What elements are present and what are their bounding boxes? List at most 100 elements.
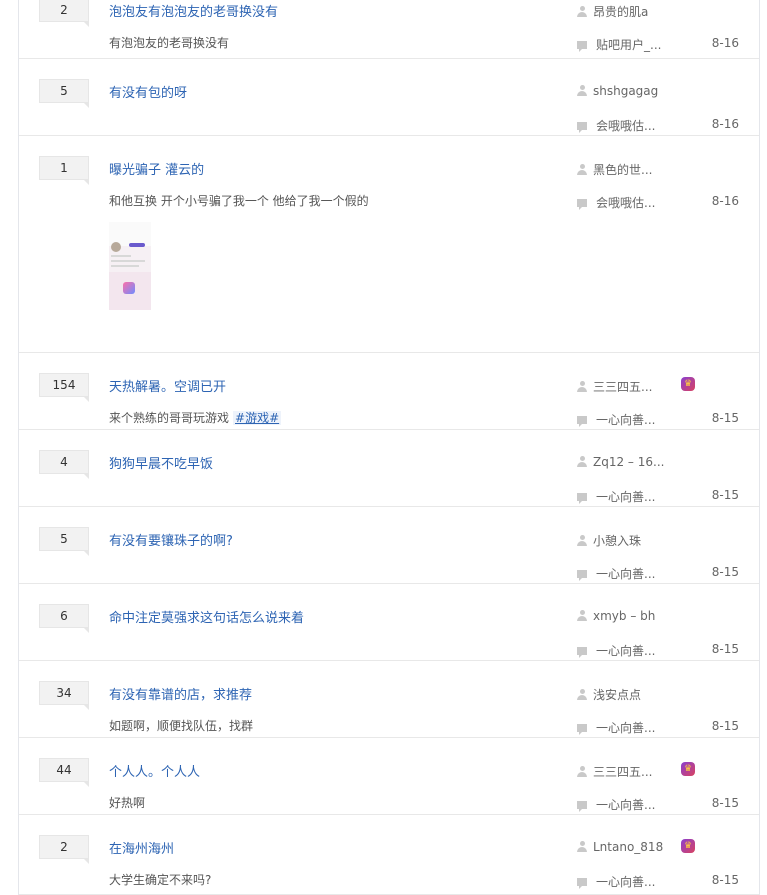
last-reply-user[interactable]: 一心向善... bbox=[596, 413, 655, 427]
member-badge-icon[interactable]: ♛ bbox=[681, 839, 695, 853]
author-name[interactable]: 黑色的世... bbox=[593, 163, 652, 177]
last-reply-user[interactable]: 一心向善... bbox=[596, 490, 655, 504]
author-name[interactable]: 小憩入珠 bbox=[593, 534, 641, 548]
comment-icon bbox=[577, 570, 587, 581]
reply-count: 154 bbox=[39, 373, 89, 402]
last-reply-user[interactable]: 一心向善... bbox=[596, 798, 655, 812]
author-name[interactable]: 昂贵的肌a bbox=[593, 5, 648, 19]
comment-icon bbox=[577, 416, 587, 427]
last-reply-user[interactable]: 一心向善... bbox=[596, 875, 655, 889]
thread-title-link[interactable]: 狗狗早晨不吃早饭 bbox=[109, 453, 213, 472]
last-reply-date: 8-15 bbox=[711, 719, 739, 733]
thread-author[interactable]: xmyb – bh bbox=[577, 609, 655, 623]
thread-title-link[interactable]: 有没有要镶珠子的啊? bbox=[109, 530, 233, 549]
last-reply-date: 8-15 bbox=[711, 642, 739, 656]
thread-row[interactable]: 4 狗狗早晨不吃早饭 Zq12 – 16... 一心向善... 8-15 bbox=[19, 430, 759, 507]
thread-row[interactable]: 154 天热解暑。空调已开来个熟练的哥哥玩游戏 #游戏# 三三四五... ♛ 一心向善..… bbox=[19, 353, 759, 430]
thread-author[interactable]: 昂贵的肌a bbox=[577, 3, 648, 20]
comment-icon bbox=[577, 199, 587, 210]
comment-icon bbox=[577, 493, 587, 504]
last-reply[interactable]: 一心向善... bbox=[577, 488, 655, 505]
abstract-text: 来个熟练的哥哥玩游戏 bbox=[109, 411, 230, 425]
thread-image-thumbnail[interactable] bbox=[109, 222, 151, 310]
last-reply[interactable]: 一心向善... bbox=[577, 796, 655, 813]
thread-abstract: 如题啊，顺便找队伍，找群 bbox=[109, 717, 253, 734]
thread-row[interactable]: 2 在海州海州 大学生确定不来吗? Lntano_818 ♛ 一心向善... 8-15 bbox=[19, 815, 759, 895]
author-name[interactable]: Zq12 – 16... bbox=[593, 455, 664, 469]
last-reply[interactable]: 一心向善... bbox=[577, 565, 655, 582]
user-icon bbox=[577, 610, 587, 621]
last-reply[interactable]: 一心向善... bbox=[577, 719, 655, 736]
thread-title-link[interactable]: 个人人。个人人 bbox=[109, 761, 200, 780]
last-reply[interactable]: 贴吧用户_... bbox=[577, 36, 661, 53]
last-reply[interactable]: 会哦哦估... bbox=[577, 194, 655, 211]
author-name[interactable]: xmyb – bh bbox=[593, 609, 655, 623]
reply-count: 1 bbox=[39, 156, 89, 185]
thread-abstract: 和他互换 开个小号骗了我一个 他给了我一个假的 bbox=[109, 192, 369, 209]
reply-count: 5 bbox=[39, 527, 89, 556]
thread-title-link[interactable]: 有没有包的呀 bbox=[109, 82, 187, 101]
thread-title-link[interactable]: 泡泡友有泡泡友的老哥换没有 bbox=[109, 1, 278, 20]
last-reply[interactable]: 一心向善... bbox=[577, 642, 655, 659]
author-name[interactable]: 三三四五... bbox=[593, 765, 652, 779]
thread-author[interactable]: 小憩入珠 bbox=[577, 532, 641, 549]
thread-title-link[interactable]: 在海州海州 bbox=[109, 838, 174, 857]
comment-icon bbox=[577, 878, 587, 889]
author-name[interactable]: shshgagag bbox=[593, 84, 658, 98]
thread-row[interactable]: 1 曝光骗子 灌云的和他互换 开个小号骗了我一个 他给了我一个假的 黑色的世... 会… bbox=[19, 136, 759, 353]
thread-row[interactable]: 44 个人人。个人人 好热啊 三三四五... ♛ 一心向善... 8-15 bbox=[19, 738, 759, 815]
thread-row[interactable]: 2 泡泡友有泡泡友的老哥换没有 有泡泡友的老哥换没有 昂贵的肌a 贴吧用户_... 8-1… bbox=[19, 0, 759, 59]
author-name[interactable]: 浅安点点 bbox=[593, 688, 641, 702]
abstract-text: 有泡泡友的老哥换没有 bbox=[109, 36, 230, 50]
member-badge-icon[interactable]: ♛ bbox=[681, 762, 695, 776]
topic-tag[interactable]: #游戏# bbox=[233, 411, 282, 425]
thread-title-link[interactable]: 有没有靠谱的店，求推荐 bbox=[109, 684, 252, 703]
thread-row[interactable]: 6 命中注定莫强求这句话怎么说来着 xmyb – bh 一心向善... 8-15 bbox=[19, 584, 759, 661]
thread-title-link[interactable]: 命中注定莫强求这句话怎么说来着 bbox=[109, 607, 304, 626]
thread-title-link[interactable]: 天热解暑。空调已开 bbox=[109, 376, 226, 395]
user-icon bbox=[577, 841, 587, 852]
reply-count: 34 bbox=[39, 681, 89, 710]
last-reply-user[interactable]: 贴吧用户_... bbox=[596, 38, 661, 52]
abstract-text: 大学生确定不来吗? bbox=[109, 873, 212, 887]
last-reply-user[interactable]: 一心向善... bbox=[596, 567, 655, 581]
user-icon bbox=[577, 766, 587, 777]
thread-author[interactable]: Zq12 – 16... bbox=[577, 455, 664, 469]
author-name[interactable]: 三三四五... bbox=[593, 380, 652, 394]
user-icon bbox=[577, 6, 587, 17]
comment-icon bbox=[577, 122, 587, 133]
comment-icon bbox=[577, 41, 587, 52]
thread-list: 2 泡泡友有泡泡友的老哥换没有 有泡泡友的老哥换没有 昂贵的肌a 贴吧用户_... 8-1… bbox=[18, 0, 760, 895]
last-reply-date: 8-16 bbox=[711, 194, 739, 208]
last-reply[interactable]: 一心向善... bbox=[577, 411, 655, 428]
thread-row[interactable]: 34 有没有靠谱的店，求推荐如题啊，顺便找队伍，找群 浅安点点一心向善... 8-15 bbox=[19, 661, 759, 738]
last-reply-user[interactable]: 会哦哦估... bbox=[596, 196, 655, 210]
thread-author[interactable]: 三三四五... bbox=[577, 763, 652, 780]
last-reply-date: 8-15 bbox=[711, 411, 739, 425]
user-icon bbox=[577, 164, 587, 175]
last-reply[interactable]: 会哦哦估... bbox=[577, 117, 655, 134]
member-badge-icon[interactable]: ♛ bbox=[681, 377, 695, 391]
thread-author[interactable]: 黑色的世... bbox=[577, 161, 652, 178]
comment-icon bbox=[577, 647, 587, 658]
reply-count: 5 bbox=[39, 79, 89, 108]
reply-count: 44 bbox=[39, 758, 89, 787]
last-reply[interactable]: 一心向善... bbox=[577, 873, 655, 890]
thread-author[interactable]: 三三四五... bbox=[577, 378, 652, 395]
abstract-text: 如题啊，顺便找队伍，找群 bbox=[109, 719, 254, 733]
last-reply-date: 8-15 bbox=[711, 873, 739, 887]
abstract-text: 好热啊 bbox=[109, 796, 146, 810]
thread-author[interactable]: shshgagag bbox=[577, 84, 658, 98]
user-icon bbox=[577, 456, 587, 467]
last-reply-user[interactable]: 一心向善... bbox=[596, 644, 655, 658]
thread-author[interactable]: 浅安点点 bbox=[577, 686, 641, 703]
user-icon bbox=[577, 689, 587, 700]
last-reply-user[interactable]: 会哦哦估... bbox=[596, 119, 655, 133]
author-name[interactable]: Lntano_818 bbox=[593, 840, 663, 854]
thread-title-link[interactable]: 曝光骗子 灌云的 bbox=[109, 159, 204, 178]
last-reply-user[interactable]: 一心向善... bbox=[596, 721, 655, 735]
last-reply-date: 8-15 bbox=[711, 488, 739, 502]
thread-row[interactable]: 5 有没有包的呀 shshgagag 会哦哦估... 8-16 bbox=[19, 59, 759, 136]
thread-author[interactable]: Lntano_818 bbox=[577, 840, 663, 854]
thread-row[interactable]: 5 有没有要镶珠子的啊? 小憩入珠 一心向善... 8-15 bbox=[19, 507, 759, 584]
